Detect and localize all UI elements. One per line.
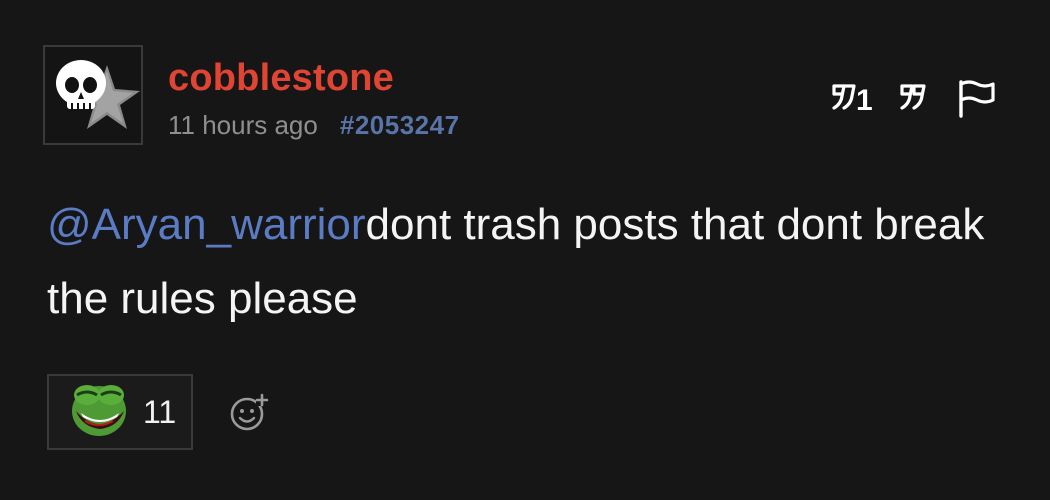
reaction-button[interactable]: 11 — [47, 374, 193, 450]
reply-quote-icon: 1 — [832, 84, 873, 117]
post-actions: 1 — [830, 76, 998, 120]
reply-button[interactable]: 1 — [830, 78, 876, 118]
user-mention-link[interactable]: @Aryan_warrior — [47, 200, 366, 249]
skull-star-avatar-icon — [56, 60, 140, 129]
quote-button[interactable] — [898, 78, 934, 118]
comment: cobblestone 11 hours ago #2053247 1 @Ary… — [0, 0, 1050, 500]
flag-button[interactable] — [956, 76, 998, 120]
add-reaction-button[interactable] — [228, 392, 270, 432]
flag-icon — [959, 80, 995, 118]
add-reaction-icon — [230, 393, 270, 431]
post-meta: 11 hours ago #2053247 — [168, 109, 460, 141]
quote-icon — [900, 84, 926, 110]
timestamp: 11 hours ago — [168, 110, 318, 140]
avatar[interactable] — [43, 45, 143, 145]
reply-number: 1 — [856, 84, 873, 117]
post-id-link[interactable]: #2053247 — [340, 110, 460, 140]
laughing-frog-emote-icon — [69, 381, 129, 444]
username[interactable]: cobblestone — [168, 56, 394, 100]
reaction-count: 11 — [143, 393, 177, 430]
comment-body: @Aryan_warriordont trash posts that dont… — [47, 188, 1007, 336]
